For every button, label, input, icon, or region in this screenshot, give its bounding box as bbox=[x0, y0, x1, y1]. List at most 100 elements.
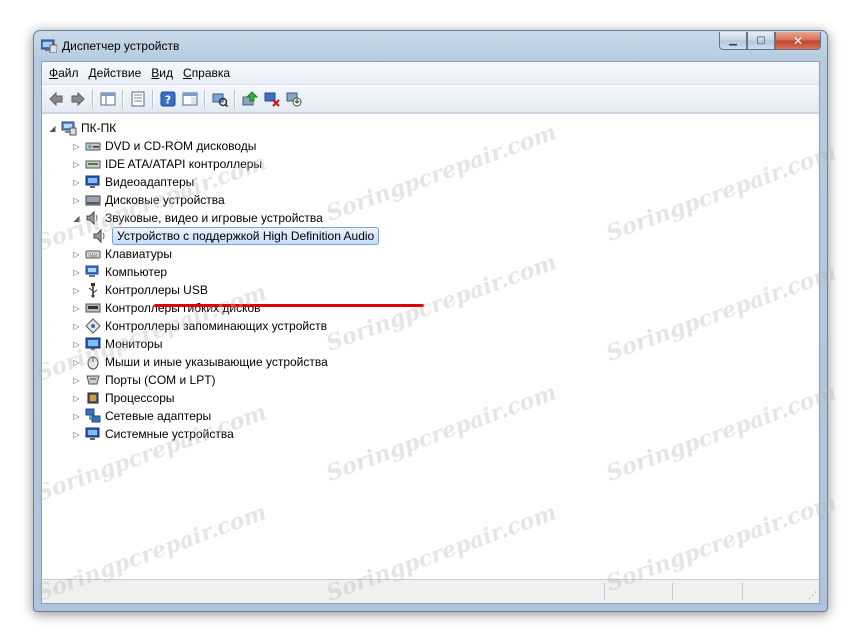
status-segment bbox=[604, 583, 605, 600]
tree-node-label: Звуковые, видео и игровые устройства bbox=[105, 211, 323, 225]
tree-node-label: Контроллеры запоминающих устройств bbox=[105, 319, 327, 333]
console-tree-button[interactable] bbox=[98, 89, 118, 109]
title-bar[interactable]: Диспетчер устройств ▁ ▢ ✕ bbox=[34, 31, 827, 61]
tree-node-label: IDE ATA/ATAPI контроллеры bbox=[105, 157, 263, 171]
expand-arrow-icon[interactable]: ▷ bbox=[72, 376, 81, 385]
menu-view[interactable]: Вид bbox=[146, 66, 178, 80]
expand-arrow-icon[interactable]: ▷ bbox=[72, 430, 81, 439]
tree-device-node[interactable]: Устройство с поддержкой High Definition … bbox=[92, 227, 380, 245]
tree-category-node[interactable]: ▷ Клавиатуры bbox=[72, 245, 172, 263]
menu-action[interactable]: Действие bbox=[84, 66, 147, 80]
tree-category-node[interactable]: ▷ Сетевые адаптеры bbox=[72, 407, 211, 425]
update-driver-button[interactable] bbox=[240, 89, 260, 109]
console-tree-icon bbox=[100, 92, 116, 105]
expand-arrow-icon[interactable]: ▷ bbox=[72, 412, 81, 421]
computer-icon bbox=[61, 120, 77, 136]
tree-node-label: Порты (COM и LPT) bbox=[105, 373, 216, 387]
tree-category-node[interactable]: ▷ IDE ATA/ATAPI контроллеры bbox=[72, 155, 262, 173]
menu-help[interactable]: Справка bbox=[178, 66, 235, 80]
uninstall-device-button[interactable] bbox=[284, 89, 304, 109]
close-icon: ✕ bbox=[792, 33, 804, 48]
usb-icon bbox=[85, 282, 101, 298]
help-button[interactable]: ? bbox=[158, 89, 178, 109]
tree-category-node[interactable]: ▷ Мониторы bbox=[72, 335, 162, 353]
expand-arrow-icon[interactable]: ▷ bbox=[72, 340, 81, 349]
dvd-drive-icon bbox=[85, 138, 101, 154]
close-button[interactable]: ✕ bbox=[775, 32, 821, 50]
back-icon bbox=[49, 91, 63, 106]
expand-arrow-icon[interactable]: ▷ bbox=[72, 358, 81, 367]
scan-hardware-icon bbox=[212, 93, 228, 107]
forward-icon bbox=[71, 91, 85, 106]
tree-root-node[interactable]: ◢ ПК-ПК bbox=[48, 119, 116, 137]
tree-category-node[interactable]: ▷ Видеоадаптеры bbox=[72, 173, 194, 191]
tree-category-node[interactable]: ◢ Звуковые, видео и игровые устройства bbox=[72, 209, 323, 227]
update-driver-icon bbox=[242, 90, 258, 105]
expand-arrow-icon[interactable]: ▷ bbox=[72, 160, 81, 169]
network-adapter-icon bbox=[85, 408, 101, 424]
tree-node-label: Процессоры bbox=[105, 391, 175, 405]
minimize-icon: ▁ bbox=[729, 35, 737, 46]
port-icon bbox=[85, 372, 101, 388]
tree-category-node[interactable]: ▷ Контроллеры гибких дисков bbox=[72, 299, 260, 317]
toolbar-separator bbox=[92, 89, 94, 108]
maximize-button[interactable]: ▢ bbox=[747, 32, 775, 50]
tree-category-node[interactable]: ▷ Порты (COM и LPT) bbox=[72, 371, 216, 389]
status-segment bbox=[742, 583, 743, 600]
maximize-icon: ▢ bbox=[756, 35, 766, 46]
tree-node-label: Контроллеры USB bbox=[105, 283, 208, 297]
toolbar-separator bbox=[204, 89, 206, 108]
expand-arrow-icon[interactable]: ▷ bbox=[72, 268, 81, 277]
tree-category-node[interactable]: ▷ DVD и CD-ROM дисководы bbox=[72, 137, 256, 155]
expand-arrow-icon[interactable]: ▷ bbox=[72, 196, 81, 205]
collapse-arrow-icon[interactable]: ◢ bbox=[72, 214, 81, 223]
red-annotation-underline bbox=[154, 304, 424, 307]
action-pane-button[interactable] bbox=[180, 89, 200, 109]
tree-category-node[interactable]: ▷ Компьютер bbox=[72, 263, 167, 281]
scan-hardware-button[interactable] bbox=[210, 89, 230, 109]
storage-controller-icon bbox=[85, 318, 101, 334]
menu-file[interactable]: Файл bbox=[44, 66, 84, 80]
expand-arrow-icon[interactable]: ▷ bbox=[72, 394, 81, 403]
resize-grip-icon[interactable]: ⋰ bbox=[808, 590, 817, 601]
tree-category-node[interactable]: ▷ Системные устройства bbox=[72, 425, 233, 443]
toolbar-separator bbox=[122, 89, 124, 108]
tree-node-label: Мониторы bbox=[105, 337, 163, 351]
tree-category-node[interactable]: ▷ Контроллеры запоминающих устройств bbox=[72, 317, 327, 335]
processor-icon bbox=[85, 390, 101, 406]
device-manager-icon bbox=[40, 39, 58, 54]
expand-arrow-icon[interactable]: ▷ bbox=[72, 178, 81, 187]
tree-node-label: Дисковые устройства bbox=[105, 193, 225, 207]
properties-button[interactable] bbox=[128, 89, 148, 109]
collapse-arrow-icon[interactable]: ◢ bbox=[48, 124, 57, 133]
expand-arrow-icon[interactable]: ▷ bbox=[72, 286, 81, 295]
expand-arrow-icon[interactable]: ▷ bbox=[72, 250, 81, 259]
tree-category-node[interactable]: ▷ Мыши и иные указывающие устройства bbox=[72, 353, 328, 371]
device-tree: ◢ ПК-ПК ▷ DVD и CD-ROM дисководы ▷ IDE ATA/… bbox=[42, 113, 819, 579]
device-manager-window: Диспетчер устройств ▁ ▢ ✕ Файл Действие … bbox=[33, 30, 828, 612]
window-title: Диспетчер устройств bbox=[62, 39, 180, 53]
action-pane-icon bbox=[182, 92, 198, 105]
svg-text:?: ? bbox=[165, 93, 171, 106]
tree-node-label: Клавиатуры bbox=[105, 247, 172, 261]
tree-node-label: Мыши и иные указывающие устройства bbox=[105, 355, 328, 369]
back-button[interactable] bbox=[46, 89, 66, 109]
expand-arrow-icon[interactable]: ▷ bbox=[72, 304, 81, 313]
ide-controller-icon bbox=[85, 156, 101, 172]
tree-node-label: Сетевые адаптеры bbox=[105, 409, 212, 423]
forward-button[interactable] bbox=[68, 89, 88, 109]
disable-device-button[interactable] bbox=[262, 89, 282, 109]
tree-node-label: DVD и CD-ROM дисководы bbox=[105, 139, 257, 153]
disk-drive-icon bbox=[85, 192, 101, 208]
tree-category-node[interactable]: ▷ Контроллеры USB bbox=[72, 281, 208, 299]
expand-arrow-icon[interactable]: ▷ bbox=[72, 322, 81, 331]
status-segment bbox=[672, 583, 673, 600]
minimize-button[interactable]: ▁ bbox=[719, 32, 747, 50]
speaker-icon bbox=[92, 228, 108, 244]
properties-icon bbox=[131, 91, 145, 106]
tree-category-node[interactable]: ▷ Процессоры bbox=[72, 389, 175, 407]
monitor-icon bbox=[85, 336, 101, 352]
expand-arrow-icon[interactable]: ▷ bbox=[72, 142, 81, 151]
tree-category-node[interactable]: ▷ Дисковые устройства bbox=[72, 191, 225, 209]
speaker-icon bbox=[85, 210, 101, 226]
